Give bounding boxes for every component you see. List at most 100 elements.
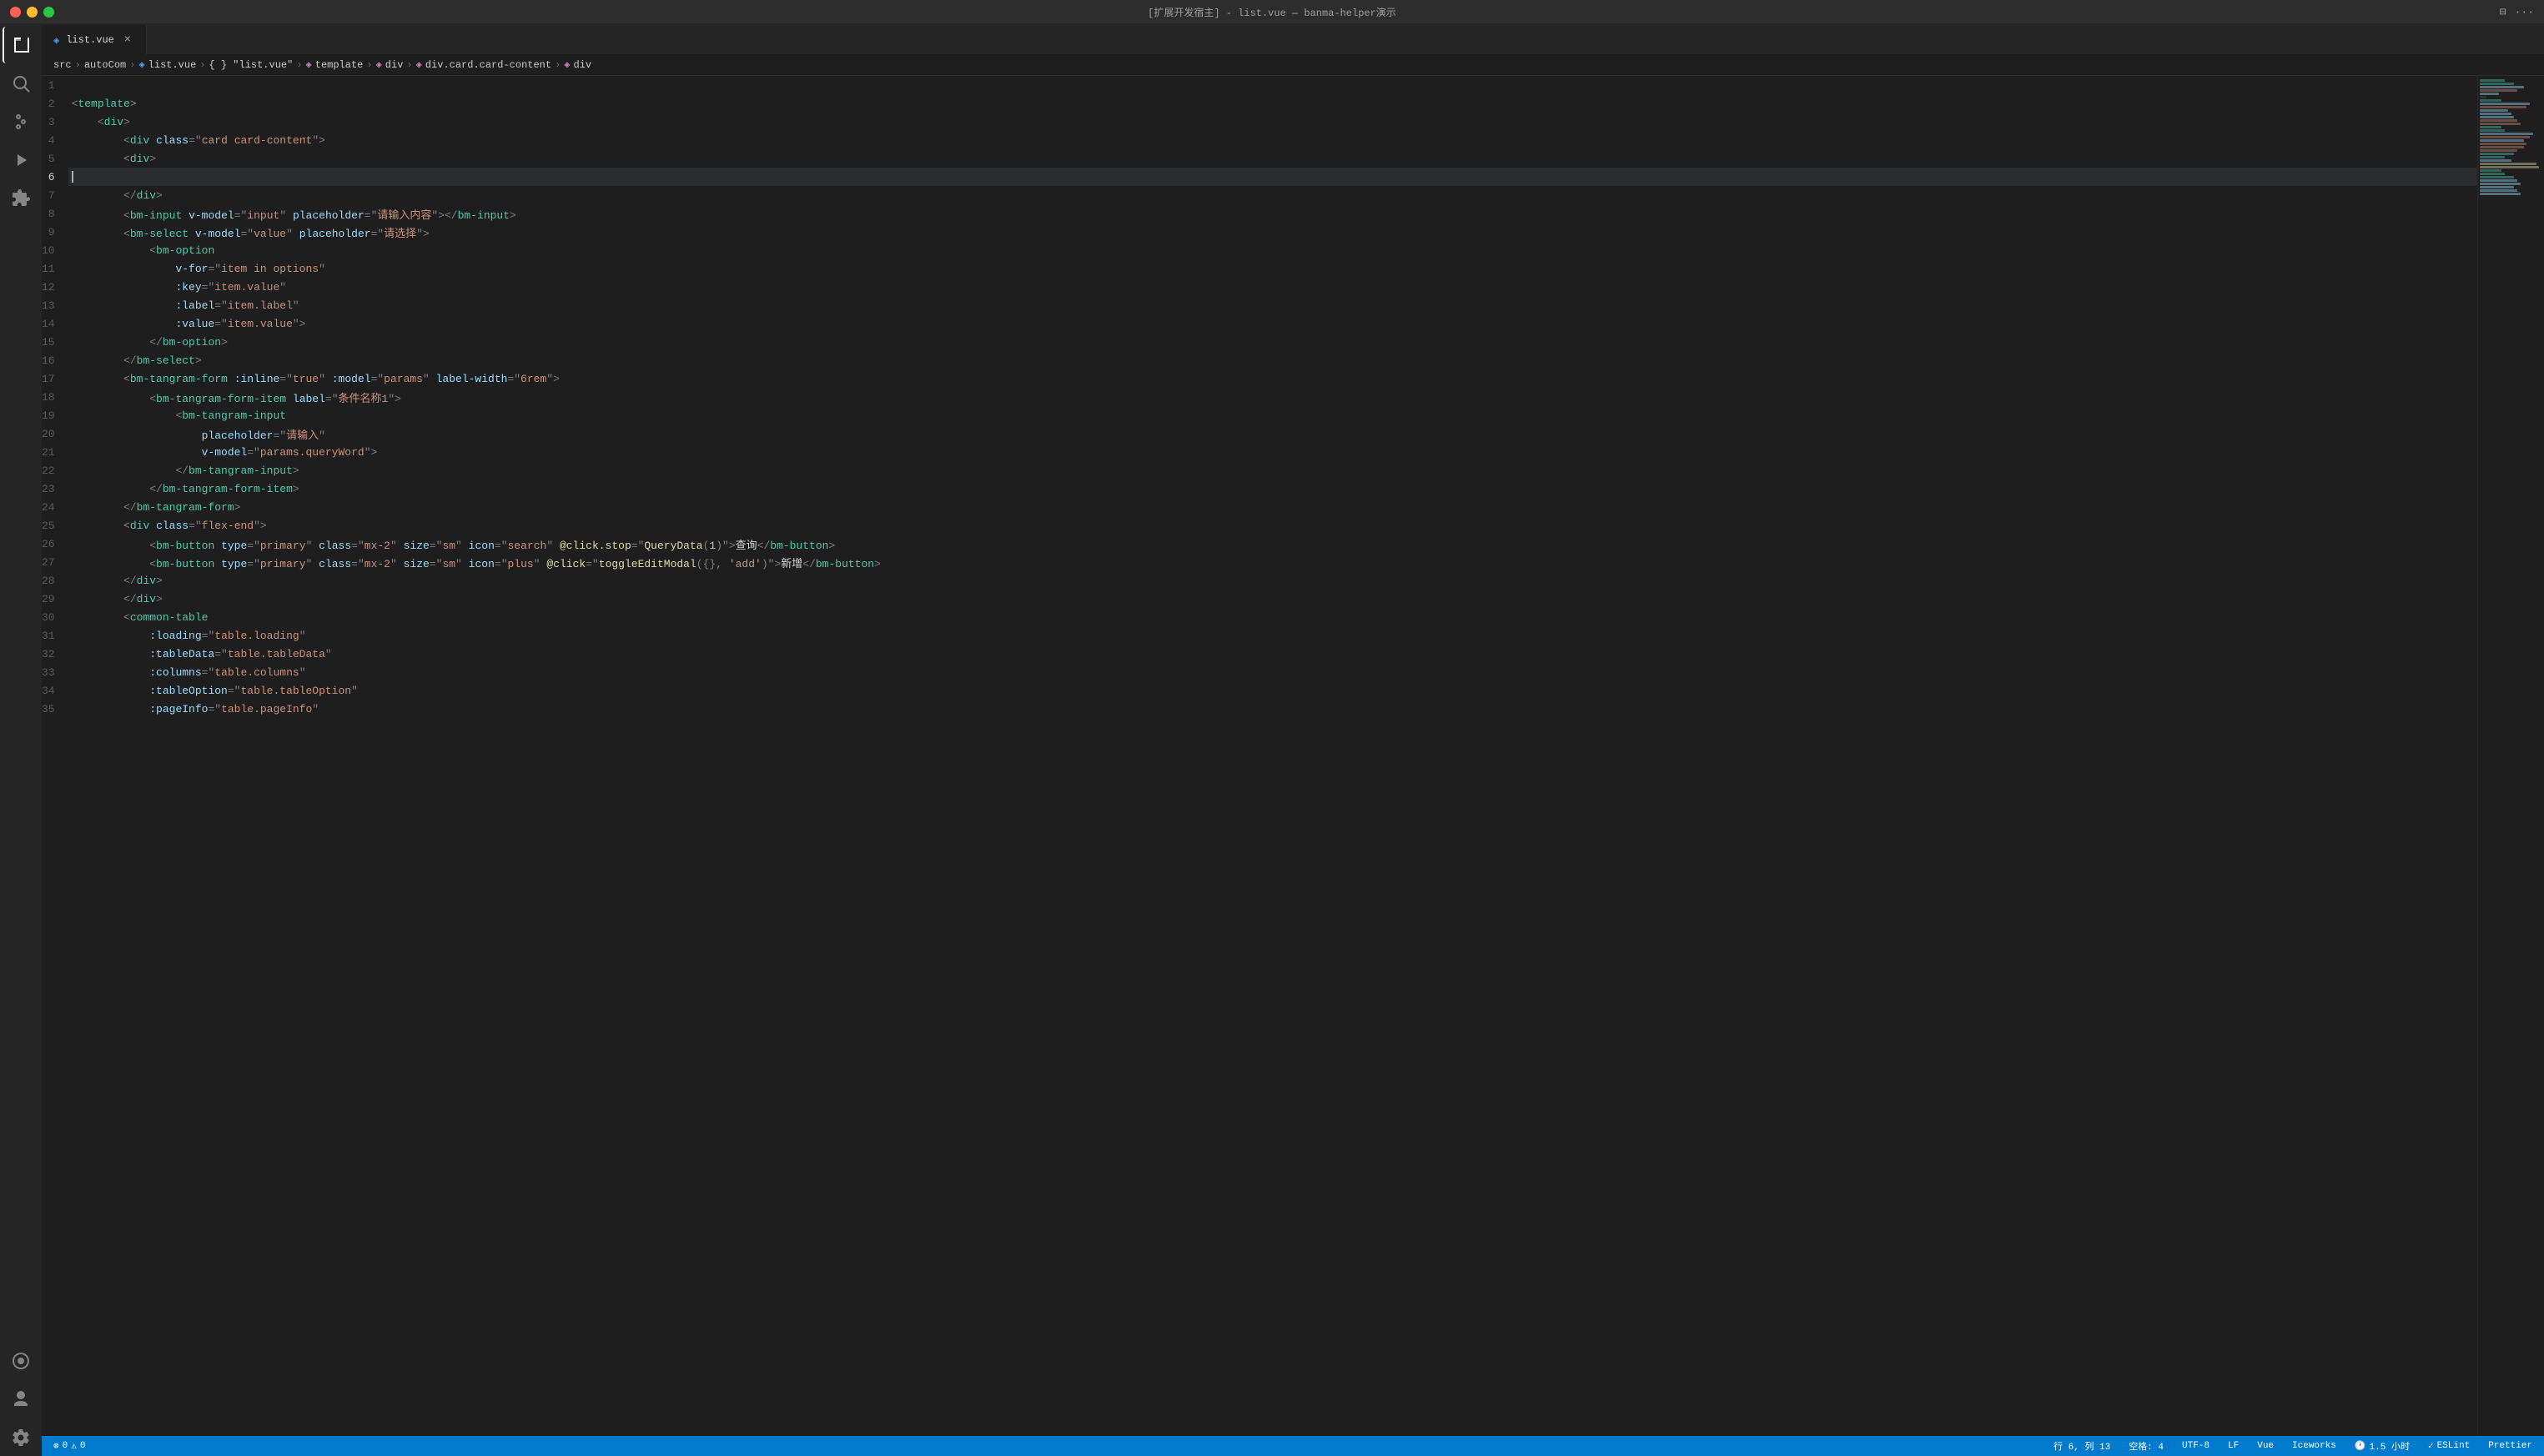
bc-sep-7: › <box>555 59 561 71</box>
status-encoding[interactable]: UTF-8 <box>2179 1436 2213 1456</box>
code-line-13: 13 :label="item.label" <box>42 296 2477 314</box>
bc-sep-1: › <box>75 59 81 71</box>
mini-line <box>2480 189 2517 192</box>
bc-template[interactable]: template <box>315 59 364 71</box>
status-position[interactable]: 行 6, 列 13 <box>2050 1436 2114 1456</box>
bc-div-icon: ◈ <box>376 58 382 71</box>
code-line-17: 17 <bm-tangram-form :inline="true" :mode… <box>42 369 2477 388</box>
minimize-button[interactable] <box>27 7 38 18</box>
bc-div3[interactable]: div <box>574 59 592 71</box>
mini-line <box>2480 96 2486 98</box>
bc-filename[interactable]: list.vue <box>148 59 197 71</box>
error-count: 0 <box>63 1441 68 1451</box>
mini-line <box>2480 109 2508 112</box>
code-line-20: 20 placeholder="请输入" <box>42 424 2477 443</box>
code-line-24: 24 </bm-tangram-form> <box>42 498 2477 516</box>
activity-bar <box>0 23 42 1456</box>
tab-bar: ◈ list.vue × <box>42 23 2544 54</box>
mini-line <box>2480 143 2526 145</box>
language-text: Vue <box>2257 1441 2274 1451</box>
status-theme[interactable]: Iceworks <box>2289 1436 2340 1456</box>
bc-obj[interactable]: { } "list.vue" <box>209 59 293 71</box>
editor-area: 1 2 <template> 3 <div> <box>42 76 2544 1436</box>
code-line-29: 29 </div> <box>42 590 2477 608</box>
status-right: 行 6, 列 13 空格: 4 UTF-8 LF Vue Iceworks <box>2050 1436 2536 1456</box>
mini-line <box>2480 156 2505 158</box>
activity-item-search[interactable] <box>3 65 39 102</box>
bc-sep-5: › <box>366 59 372 71</box>
time-text: 1.5 小时 <box>2370 1439 2410 1453</box>
mini-line <box>2480 129 2505 132</box>
activity-item-settings[interactable] <box>3 1419 39 1456</box>
code-line-26: 26 <bm-button type="primary" class="mx-2… <box>42 535 2477 553</box>
spaces-text: 空格: 4 <box>2129 1439 2164 1453</box>
code-line-34: 34 :tableOption="table.tableOption" <box>42 681 2477 700</box>
error-icon: ⊗ <box>53 1440 59 1452</box>
bc-src[interactable]: src <box>53 59 72 71</box>
maximize-button[interactable] <box>43 7 54 18</box>
bc-file-icon: ◈ <box>138 58 144 71</box>
mini-line <box>2480 166 2539 168</box>
code-line-35: 35 :pageInfo="table.pageInfo" <box>42 700 2477 718</box>
status-left: ⊗ 0 ⚠ 0 <box>50 1436 88 1456</box>
app-body: ◈ list.vue × src › autoCom › ◈ list.vue … <box>0 23 2544 1456</box>
status-language[interactable]: Vue <box>2254 1436 2277 1456</box>
more-actions-icon[interactable]: ··· <box>2515 6 2534 18</box>
activity-item-extensions[interactable] <box>3 180 39 217</box>
tab-close-button[interactable]: × <box>121 33 134 47</box>
activity-item-scm[interactable] <box>3 103 39 140</box>
activity-item-account[interactable] <box>3 1381 39 1418</box>
status-errors[interactable]: ⊗ 0 ⚠ 0 <box>50 1436 88 1456</box>
mini-line <box>2480 193 2521 195</box>
mini-line <box>2480 116 2514 118</box>
mini-line <box>2480 99 2501 102</box>
mini-line <box>2480 79 2505 82</box>
bc-div-card[interactable]: div.card.card-content <box>425 59 551 71</box>
code-line-23: 23 </bm-tangram-form-item> <box>42 479 2477 498</box>
status-line-ending[interactable]: LF <box>2225 1436 2242 1456</box>
activity-item-explorer[interactable] <box>3 27 39 63</box>
code-line-27: 27 <bm-button type="primary" class="mx-2… <box>42 553 2477 571</box>
mini-line <box>2480 169 2501 172</box>
code-line-10: 10 <bm-option <box>42 241 2477 259</box>
status-time[interactable]: 🕐 1.5 小时 <box>2351 1436 2413 1456</box>
code-line-31: 31 :loading="table.loading" <box>42 626 2477 645</box>
bc-div2-icon: ◈ <box>416 58 422 71</box>
bc-div1[interactable]: div <box>385 59 404 71</box>
status-spaces[interactable]: 空格: 4 <box>2125 1436 2167 1456</box>
split-editor-icon[interactable]: ⊟ <box>2500 6 2506 18</box>
code-line-3: 3 <div> <box>42 113 2477 131</box>
mini-line <box>2480 179 2517 182</box>
status-prettier[interactable]: Prettier <box>2485 1436 2536 1456</box>
window-title: [扩展开发宿主] - list.vue — banma-helper演示 <box>1148 5 1396 19</box>
mini-line <box>2480 183 2521 185</box>
code-line-19: 19 <bm-tangram-input <box>42 406 2477 424</box>
mini-line <box>2480 149 2517 152</box>
mini-line <box>2480 136 2530 138</box>
theme-text: Iceworks <box>2292 1441 2336 1451</box>
mini-line <box>2480 139 2524 142</box>
code-line-9: 9 <bm-select v-model="value" placeholder… <box>42 223 2477 241</box>
bc-sep-6: › <box>406 59 412 71</box>
close-button[interactable] <box>10 7 21 18</box>
code-line-15: 15 </bm-option> <box>42 333 2477 351</box>
bc-autocom[interactable]: autoCom <box>84 59 126 71</box>
code-line-14: 14 :value="item.value"> <box>42 314 2477 333</box>
activity-item-remote[interactable] <box>3 1343 39 1379</box>
check-icon: ✓ <box>2428 1440 2434 1452</box>
mini-line <box>2480 123 2521 125</box>
breadcrumb: src › autoCom › ◈ list.vue › { } "list.v… <box>42 54 2544 76</box>
mini-line <box>2480 106 2526 108</box>
activity-item-run[interactable] <box>3 142 39 178</box>
bc-div3-icon: ◈ <box>564 58 570 71</box>
window-controls[interactable] <box>10 7 54 18</box>
main-content: ◈ list.vue × src › autoCom › ◈ list.vue … <box>42 23 2544 1456</box>
warning-icon: ⚠ <box>71 1440 77 1452</box>
mini-line <box>2480 93 2499 95</box>
tab-list-vue[interactable]: ◈ list.vue × <box>42 25 147 54</box>
title-bar-right: ⊟ ··· <box>2500 6 2534 18</box>
status-eslint[interactable]: ✓ ESLint <box>2425 1436 2473 1456</box>
mini-line <box>2480 159 2511 162</box>
code-editor[interactable]: 1 2 <template> 3 <div> <box>42 76 2477 1436</box>
encoding-text: UTF-8 <box>2182 1441 2210 1451</box>
